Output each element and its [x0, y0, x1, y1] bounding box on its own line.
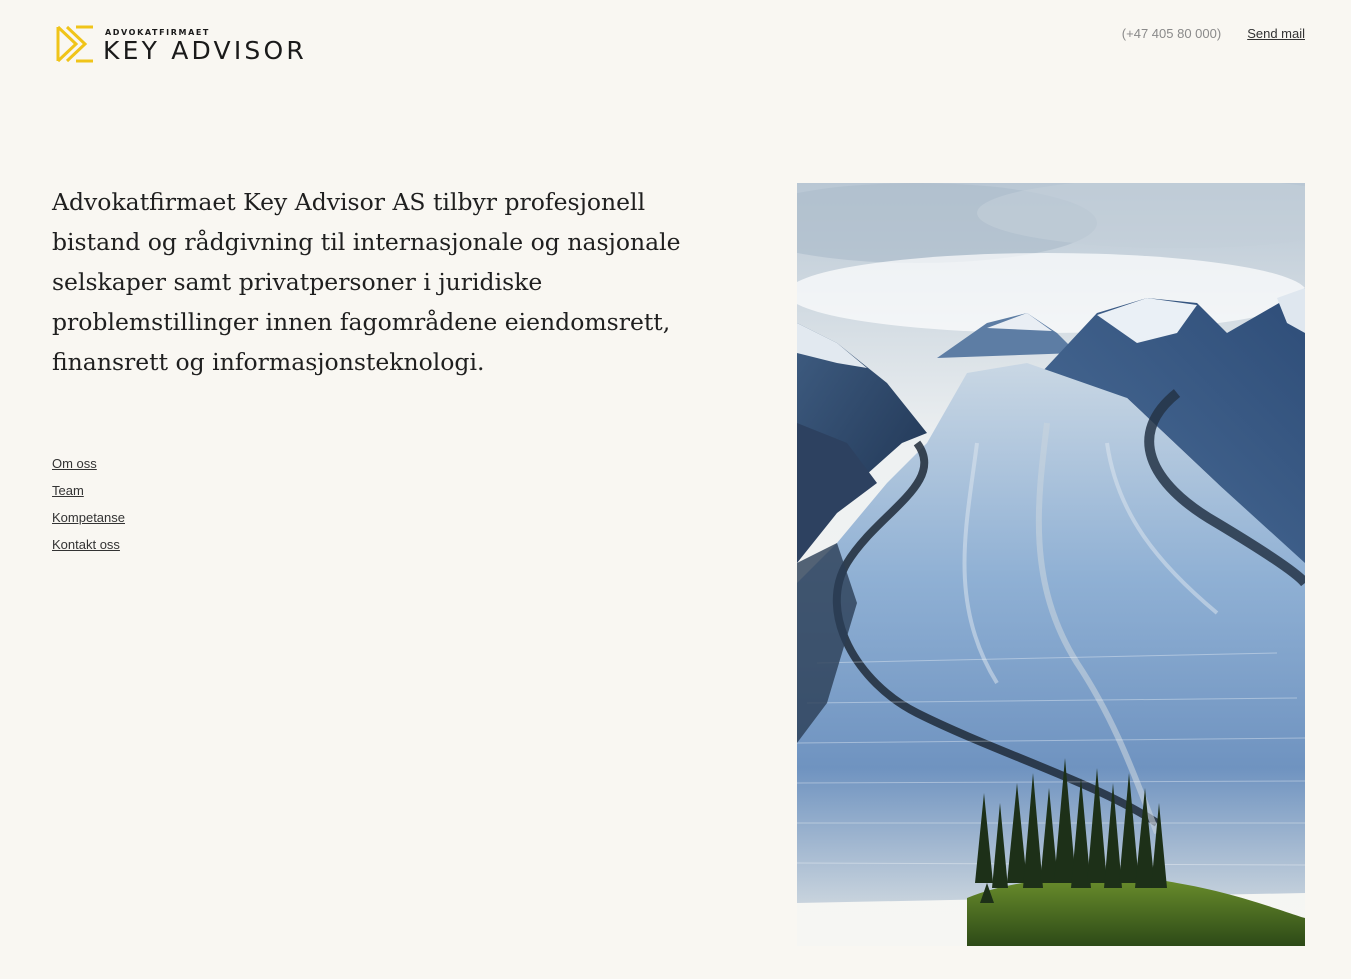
logo[interactable]: ADVOKATFIRMAET KEY ADVISOR [55, 25, 345, 65]
logo-wordmark: KEY ADVISOR [103, 36, 307, 65]
key-advisor-logo-icon [56, 25, 93, 63]
nav-link-om-oss[interactable]: Om oss [52, 456, 97, 471]
intro-text: Advokatfirmaet Key Advisor AS tilbyr pro… [52, 188, 681, 376]
nav-item-team: Team [52, 481, 125, 508]
glacier-landscape-image [797, 183, 1305, 946]
phone-number[interactable]: (+47 405 80 000) [1122, 26, 1221, 41]
nav-item-kontakt-oss: Kontakt oss [52, 535, 125, 562]
nav-link-kontakt-oss[interactable]: Kontakt oss [52, 537, 120, 552]
nav-link-team[interactable]: Team [52, 483, 84, 498]
header-contact: (+47 405 80 000) Send mail [1122, 26, 1305, 41]
send-mail-link[interactable]: Send mail [1247, 26, 1305, 41]
hero-image [797, 183, 1305, 946]
main-nav: Om oss Team Kompetanse Kontakt oss [52, 454, 125, 562]
nav-item-kompetanse: Kompetanse [52, 508, 125, 535]
nav-item-om-oss: Om oss [52, 454, 125, 481]
nav-link-kompetanse[interactable]: Kompetanse [52, 510, 125, 525]
